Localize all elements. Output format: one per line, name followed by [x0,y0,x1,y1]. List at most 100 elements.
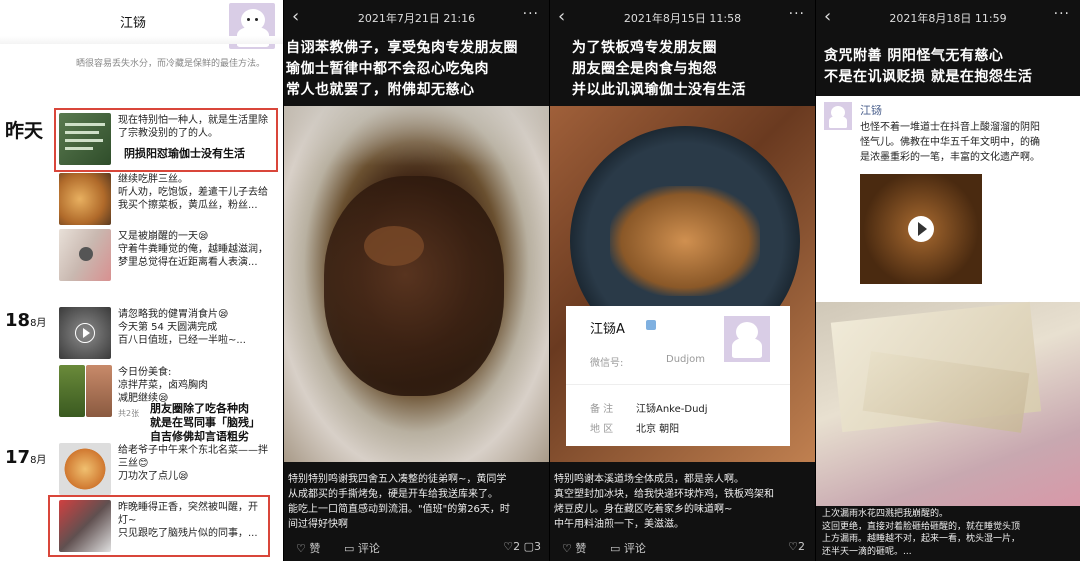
post-line: 又是被崩醒的一天😪 [118,231,209,242]
date-day: 18 [5,310,31,331]
note-line: 朋友圈除了吃各种肉 [150,402,249,415]
top-bar: ‹ 2021年8月15日 11:58 ··· [550,0,815,36]
post-line: 现在特别怕一种人，就是生活里除 [118,115,268,126]
post-caption: 上次漏雨水花四溅把我崩醒的。 这回更绝，直接对着脸砸给砸醒的，就在睡觉头顶 上方… [822,508,1020,558]
post-line: 今天第 54 天圆满完成 [118,322,218,333]
comment-icon: ▭ [344,542,355,555]
caption-line: 真空塑封加冰块，给我快递环球炸鸡，铁板鸡架和 [554,489,774,500]
comment-label: 评论 [623,542,646,555]
like-button[interactable]: ♡ 赞 [296,540,320,556]
post-line: 我买个擦菜板，黄瓜丝，粉丝... [118,200,258,211]
caption-line: 上方漏雨。越睡越不对，起来一看，枕头湿一片， [822,534,1021,544]
headline-line: 瑜伽士暂律中都不会忍心吃兔肉 [286,61,489,77]
like-label: 赞 [575,542,587,555]
moments-profile-panel: 江铴 晒很容易丢失水分，而冷藏是保鲜的最佳方法。 昨天 现在特别怕一种人，就是生… [0,0,283,561]
video-thumbnail[interactable] [860,174,982,284]
date-17: 178月 [5,447,46,468]
profile-signature: 晒很容易丢失水分，而冷藏是保鲜的最佳方法。 [76,59,266,69]
quoted-post[interactable]: 江铴 也怪不着一堆道士在抖音上酸溜溜的阴阳 怪气儿。佛教在中华五千年文明中，的确… [816,96,1080,302]
annotation-note: 阴损阳怼瑜伽士没有生活 [124,147,245,160]
post-thumbnail[interactable] [59,173,111,225]
note-line: 自吉修佛却言语粗劣 [150,430,249,443]
caption-line: 特别鸣谢本溪道场全体成员，都是亲人啊。 [554,474,744,485]
heart-icon: ♡ [296,542,306,555]
post-text[interactable]: 请忽略我的健胃消食片😪 今天第 54 天圆满完成 百八日值班，已经一半啦~... [118,308,246,347]
post-photo[interactable] [816,301,1080,506]
post-line: 了宗教没别的了的人。 [118,128,218,139]
headline-line: 不是在讥讽贬损 就是在抱怨生活 [824,69,1033,85]
post-line: 今日份美食: [118,367,172,378]
post-line: 百八日值班，已经一半啦~... [118,335,246,346]
annotation-headline: 贪咒附善 阴阳怪气无有慈心 不是在讥讽贬损 就是在抱怨生活 [824,46,1032,88]
post-photo[interactable] [284,106,549,462]
post-thumbnail[interactable] [59,229,111,281]
post-text[interactable]: 昨晚睡得正香，突然被叫醒，开 灯~ 只见跟吃了脑残片似的同事，... [118,501,258,540]
post-thumbnail[interactable] [59,113,111,165]
post-timestamp: 2021年7月21日 21:16 [357,12,476,25]
date-18: 188月 [5,310,46,331]
quoted-author: 江铴 [860,104,882,117]
caption-line: 从成都买的手撕烤兔，硬是开车给我送库来了。 [288,489,498,500]
more-icon[interactable]: ··· [523,6,539,22]
more-icon[interactable]: ··· [789,6,805,22]
headline-line: 贪咒附善 阴阳怪气无有慈心 [824,48,1004,64]
action-bar: ♡ 赞 ▭ 评论 ♡2 ▢3 [284,535,549,561]
caption-line: 还半天一滴的砸呢。... [822,546,912,557]
quoted-line: 是浓墨重彩的一笔，丰富的文化遗产啊。 [860,152,1040,163]
date-yesterday: 昨天 [5,120,44,142]
headline-line: 并以此讥讽瑜伽士没有生活 [572,82,746,98]
date-month: 8月 [30,318,47,329]
gender-icon [646,320,656,330]
post-line: 凉拌芹菜，卤鸡胸肉 [118,380,208,391]
post-text[interactable]: 今日份美食: 凉拌芹菜，卤鸡胸肉 减肥继续😪 [118,366,208,405]
divider [566,384,790,385]
caption-line: 这回更绝，直接对着脸砸给砸醒的，就在睡觉头顶 [822,521,1021,532]
quoted-line: 怪气儿。佛教在中华五千年文明中，的确 [860,137,1040,148]
wechat-id-value: Dudjom [666,354,706,365]
post-detail-panel-rabbit: ‹ 2021年7月21日 21:16 ··· 自诩苯教佛子，享受兔肉专发朋友圈 … [284,0,549,561]
interaction-counts: ♡2 [788,540,805,553]
post-line: 三丝😊 [118,458,149,469]
post-text[interactable]: 又是被崩醒的一天😪 守着牛粪睡觉的俺，越睡越滋润， 梦里总觉得在近距离看人表演.… [118,230,268,269]
caption-line: 烤豆皮儿。身在藏区吃着家乡的味道啊~ [554,504,733,515]
post-text[interactable]: 继续吃胖三丝。 听人劝，吃饱饭，差遣干儿子去给 我买个擦菜板，黄瓜丝，粉丝... [118,173,268,212]
post-thumbnail[interactable] [59,500,111,552]
post-line: 守着牛粪睡觉的俺，越睡越滋润， [118,244,268,255]
more-icon[interactable]: ··· [1054,6,1070,22]
comment-button[interactable]: ▭ 评论 [344,540,380,556]
headline-line: 常人也就罢了，附佛却无慈心 [286,82,475,98]
annotation-headline: 为了铁板鸡专发朋友圈 朋友圈全是肉食与抱怨 并以此讥讽瑜伽士没有生活 [572,38,746,101]
post-thumbnail[interactable] [59,365,85,417]
comment-label: 评论 [357,542,380,555]
video-thumbnail[interactable] [59,307,111,359]
image-count: 共2张 [118,409,140,418]
profile-header: 江铴 [0,0,283,52]
post-line: 只见跟吃了脑残片似的同事，... [118,528,258,539]
headline-line: 朋友圈全是肉食与抱怨 [572,61,717,77]
caption-line: 间过得好快啊 [288,519,348,530]
post-line: 请忽略我的健胃消食片😪 [118,309,229,320]
post-line: 昨晚睡得正香，突然被叫醒，开 [118,502,258,513]
post-text[interactable]: 现在特别怕一种人，就是生活里除 了宗教没别的了的人。 [118,114,268,140]
like-button[interactable]: ♡ 赞 [562,540,586,556]
post-caption: 特别特别鸣谢我四舍五入凑整的徒弟啊~，黄同学 从成都买的手撕烤兔，硬是开车给我送… [288,472,510,532]
post-detail-panel-quote: ‹ 2021年8月18日 11:59 ··· 贪咒附善 阴阳怪气无有慈心 不是在… [816,0,1080,561]
post-text[interactable]: 给老爷子中午来个东北名菜——拌 三丝😊 刀功次了点儿😪 [118,444,268,483]
post-line: 灯~ [118,515,137,526]
caption-line: 中午用料油煎一下，美滋滋。 [554,519,684,530]
post-thumbnail[interactable] [86,365,112,417]
heart-icon: ♡ [562,542,572,555]
annotation-note: 朋友圈除了吃各种肉 就是在骂同事「脑残」 自吉修佛却言语粗劣 [150,402,260,444]
headline-line: 为了铁板鸡专发朋友圈 [572,40,717,56]
quoted-line: 也怪不着一堆道士在抖音上酸溜溜的阴阳 [860,122,1040,133]
action-bar: ♡ 赞 ▭ 评论 ♡2 [550,535,815,561]
post-caption: 特别鸣谢本溪道场全体成员，都是亲人啊。 真空塑封加冰块，给我快递环球炸鸡，铁板鸡… [554,472,774,532]
card-avatar[interactable] [724,316,770,362]
post-thumbnail[interactable] [59,443,111,495]
comment-button[interactable]: ▭ 评论 [610,540,646,556]
profile-name: 江铴 [120,16,147,31]
card-name: 江铴A [590,322,625,337]
like-label: 赞 [309,542,321,555]
post-line: 给老爷子中午来个东北名菜——拌 [118,445,268,456]
divider [0,36,283,44]
